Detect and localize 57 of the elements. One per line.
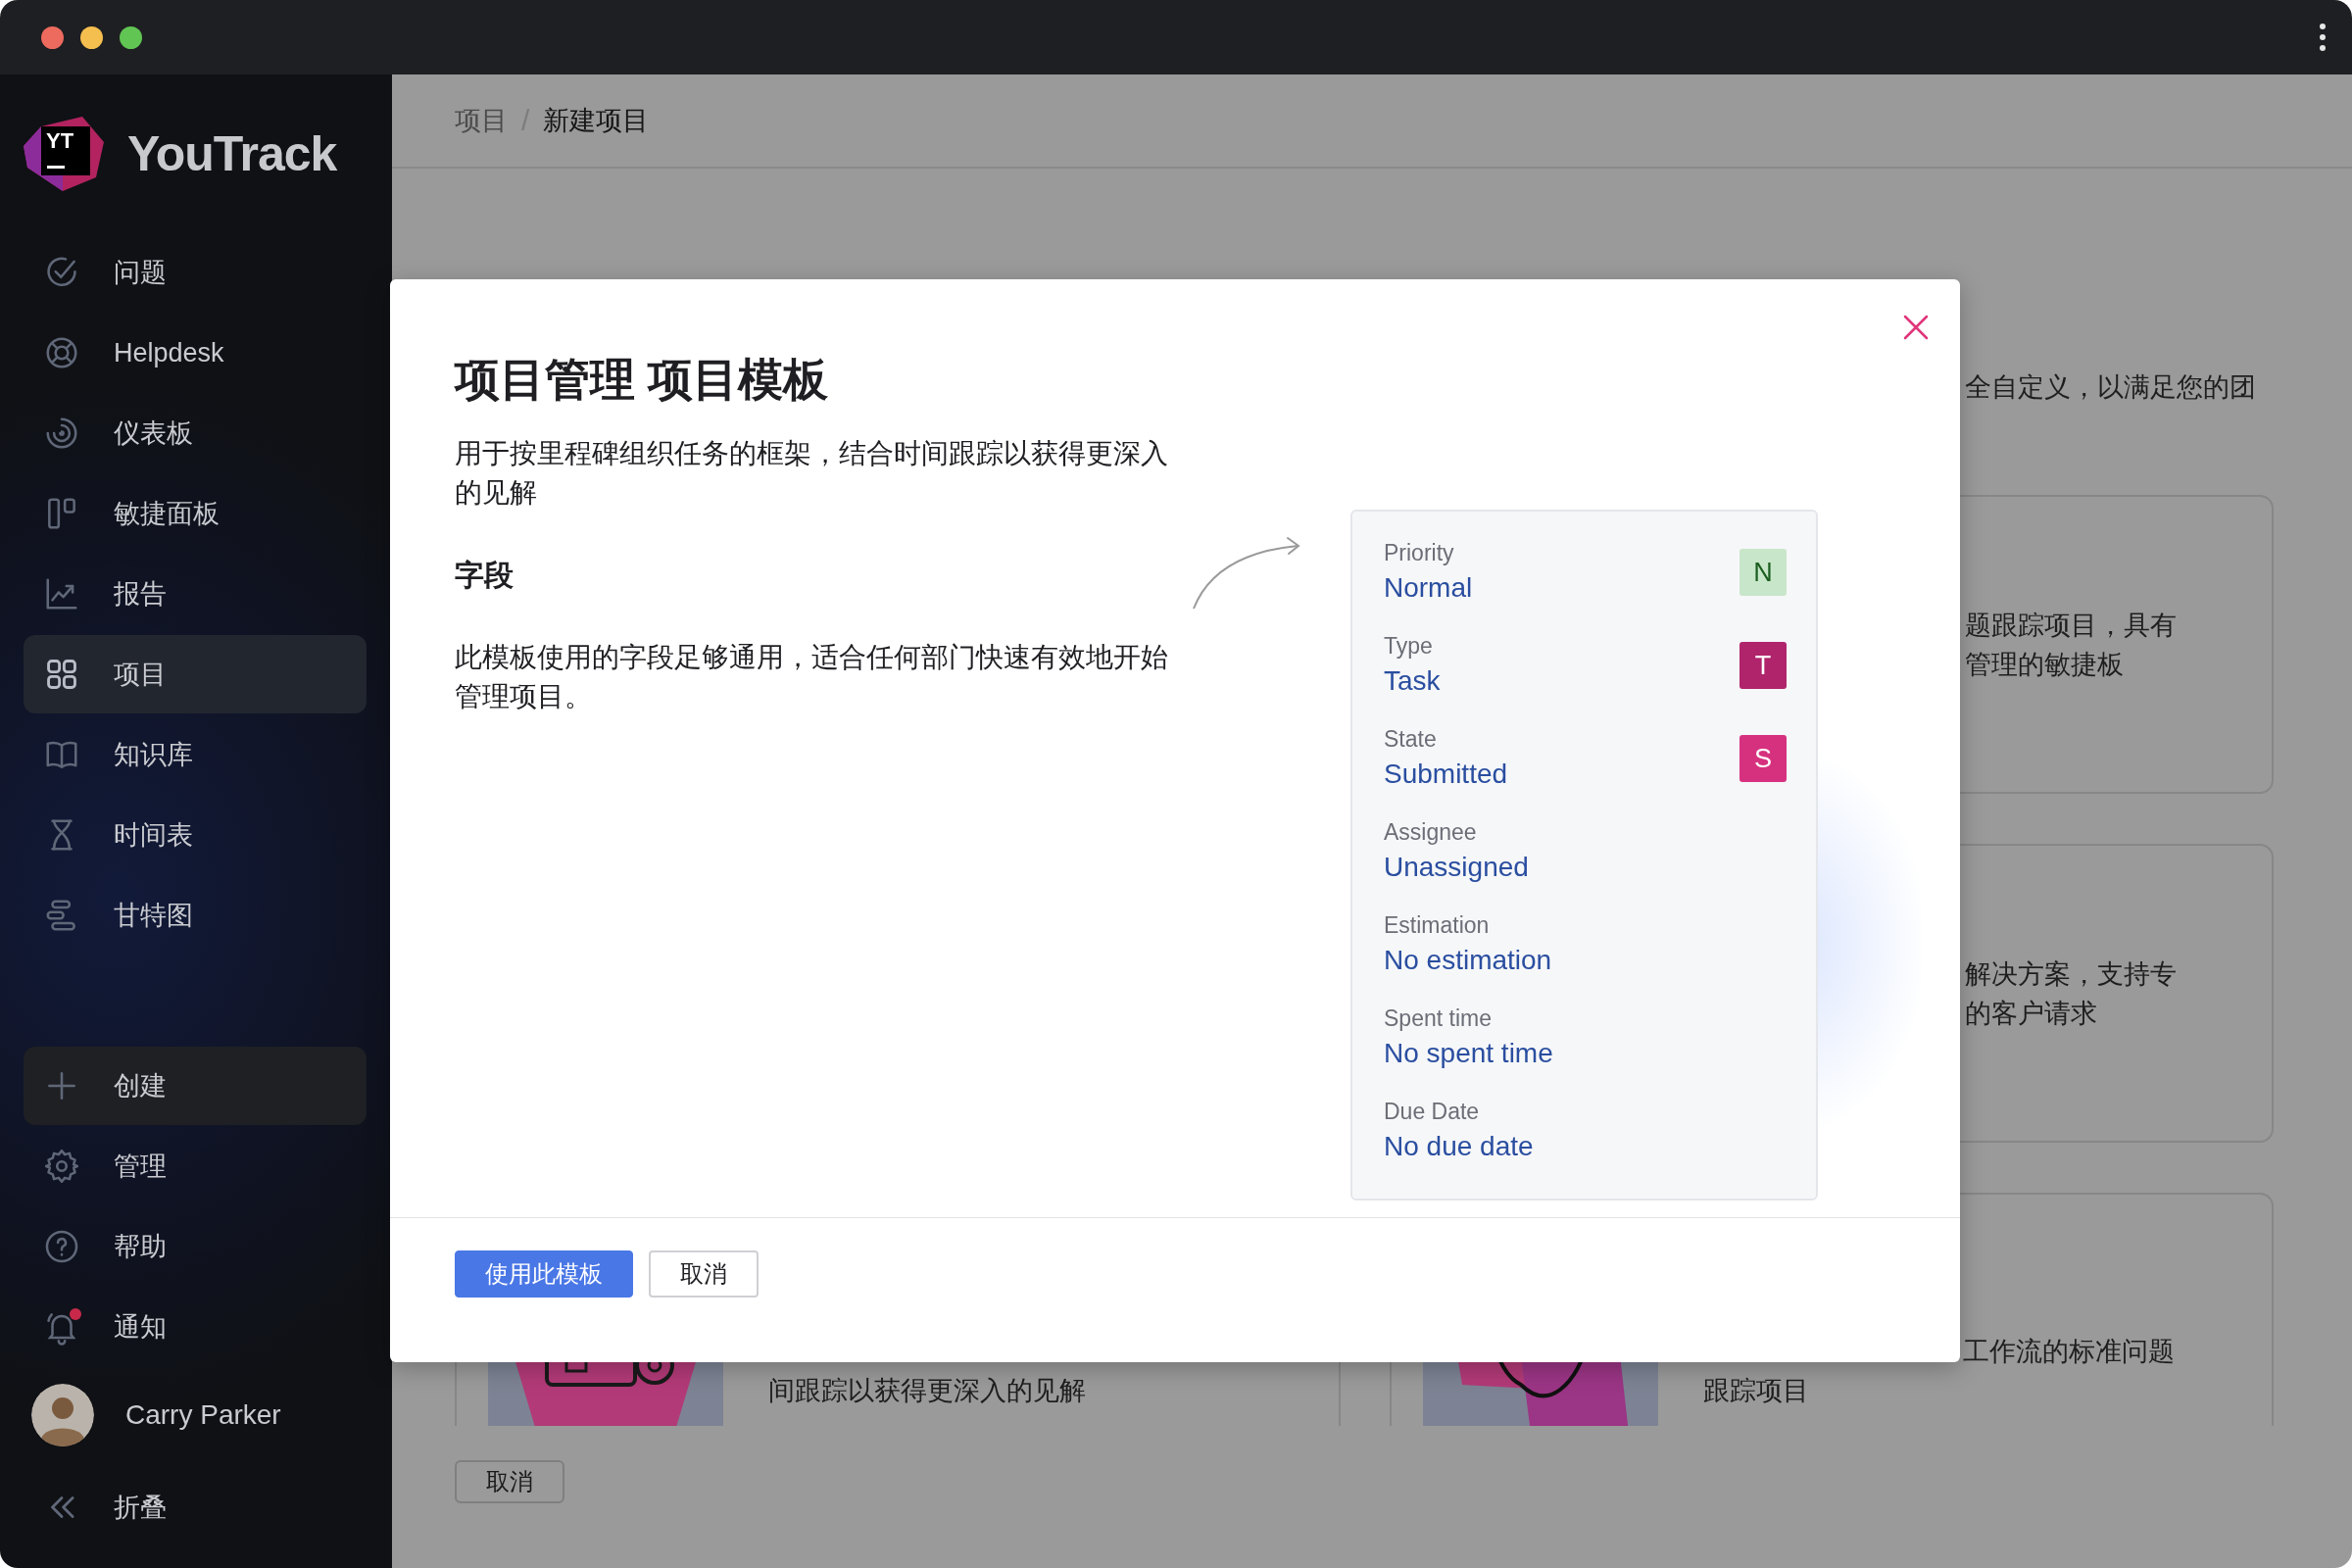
card-description: 间跟踪以获得更深入的见解 <box>768 1375 1086 1407</box>
field-badge: S <box>1740 735 1787 782</box>
sidebar-item[interactable]: 甘特图 <box>24 876 367 955</box>
card-description: 跟踪项目 <box>1703 1375 1810 1407</box>
field-label: Spent time <box>1384 1004 1493 1033</box>
sidebar-item[interactable]: 报告 <box>24 555 367 633</box>
field-label: Due Date <box>1384 1098 1481 1126</box>
sidebar-item[interactable]: 时间表 <box>24 796 367 874</box>
field-badge: N <box>1740 549 1787 596</box>
avatar[interactable] <box>31 1384 94 1446</box>
field-value[interactable]: Unassigned <box>1384 848 1787 887</box>
dialog-description: 用于按里程碑组织任务的框架，结合时间跟踪以获得更深入的见解 <box>455 437 1169 510</box>
close-window-button[interactable] <box>41 25 64 49</box>
user-name[interactable]: Carry Parker <box>125 1399 281 1431</box>
field-badge: T <box>1740 642 1787 689</box>
sidebar-item[interactable]: 敏捷面板 <box>24 474 367 553</box>
collapse-button[interactable]: 折叠 <box>24 1468 367 1546</box>
sidebar-item[interactable]: 问题 <box>24 233 367 312</box>
intro-text: 全自定义，以满足您的团 <box>1965 371 2256 404</box>
app-name: YouTrack <box>127 125 337 182</box>
breadcrumb-separator: / <box>521 104 530 137</box>
maximize-window-button[interactable] <box>120 25 142 49</box>
field-label: Assignee <box>1384 818 1478 847</box>
card-description: 题跟踪项目，具有 <box>1965 609 2178 642</box>
section-text: 此模板使用的字段足够通用，适合任何部门快速有效地开始管理项目。 <box>455 641 1169 713</box>
field-value[interactable]: No spent time <box>1384 1034 1787 1073</box>
field-value[interactable]: Task <box>1384 662 1740 701</box>
sidebar-item[interactable]: 项目 <box>24 635 367 713</box>
card-description: 工作流的标准问题 <box>1963 1336 2175 1368</box>
create-button[interactable]: 创建 <box>24 1047 367 1125</box>
settings-icon <box>43 1148 80 1185</box>
cancel-button[interactable]: 取消 <box>649 1250 759 1298</box>
card-description: 管理的敏捷板 <box>1965 648 2125 681</box>
close-icon[interactable] <box>1901 313 1931 342</box>
field-label: Priority <box>1384 539 1455 567</box>
sidebar-item[interactable]: 管理 <box>24 1127 367 1205</box>
dialog-title: 项目管理 项目模板 <box>455 353 829 407</box>
use-template-button[interactable]: 使用此模板 <box>455 1250 633 1298</box>
sidebar-item[interactable]: 仪表板 <box>24 394 367 472</box>
more-menu-icon[interactable] <box>2319 23 2327 52</box>
field-label: State <box>1384 725 1438 754</box>
help-icon <box>43 1228 80 1265</box>
section-heading: 字段 <box>455 558 514 593</box>
field-value[interactable]: Submitted <box>1384 755 1740 794</box>
field-value[interactable]: No estimation <box>1384 941 1787 980</box>
field-value[interactable]: No due date <box>1384 1127 1787 1166</box>
cancel-button[interactable]: 取消 <box>455 1460 564 1503</box>
card-description: 解决方案，支持专 <box>1965 957 2178 991</box>
field-label: Estimation <box>1384 911 1491 940</box>
sidebar-item[interactable]: 帮助 <box>24 1207 367 1286</box>
field-value[interactable]: Normal <box>1384 568 1740 608</box>
card-description: 的客户请求 <box>1965 997 2098 1030</box>
sidebar-item[interactable]: Helpdesk <box>24 314 367 392</box>
field-label: Type <box>1384 632 1434 661</box>
minimize-window-button[interactable] <box>80 25 103 49</box>
sidebar-item[interactable]: 知识库 <box>24 715 367 794</box>
sidebar-item[interactable]: 通知 <box>24 1288 367 1366</box>
